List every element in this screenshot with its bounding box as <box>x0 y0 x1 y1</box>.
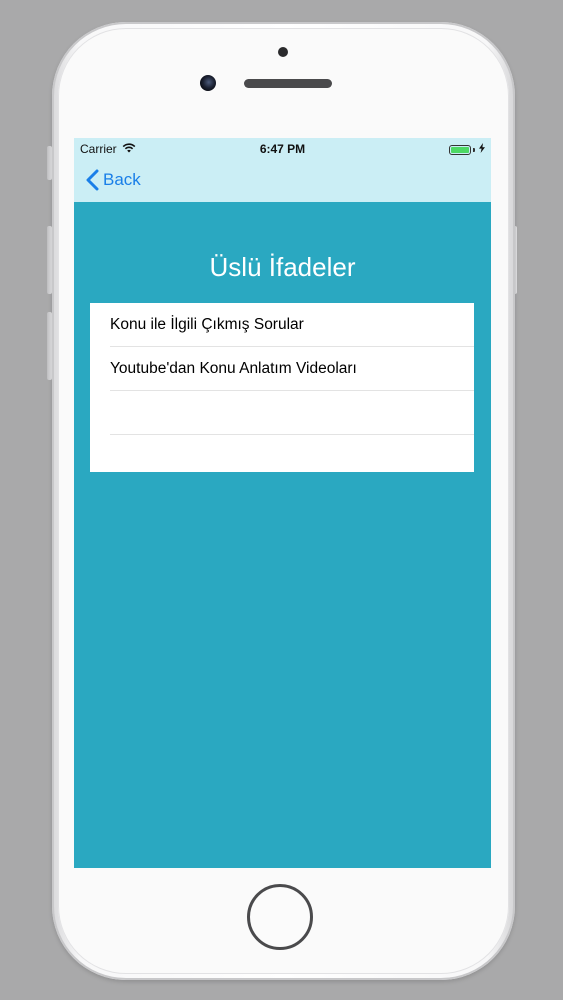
list-item-empty <box>90 435 474 479</box>
home-button[interactable] <box>247 884 313 950</box>
status-bar: Carrier 6:47 PM <box>74 138 491 160</box>
chevron-left-icon <box>86 169 99 191</box>
list-item-label: Youtube'dan Konu Anlatım Videoları <box>110 360 357 377</box>
front-camera <box>200 75 216 91</box>
proximity-sensor <box>278 47 288 57</box>
list-item-empty <box>90 391 474 435</box>
list-item-past-questions[interactable]: Konu ile İlgili Çıkmış Sorular <box>90 303 474 347</box>
back-button[interactable]: Back <box>86 169 141 191</box>
list-item-label: Konu ile İlgili Çıkmış Sorular <box>110 316 304 333</box>
battery-level-fill <box>451 146 469 153</box>
earpiece-speaker <box>244 79 332 88</box>
battery-cap <box>473 147 475 152</box>
battery-indicator <box>449 143 485 156</box>
device-frame-background: Carrier 6:47 PM Back Üslü İfadeler Konu … <box>0 0 563 1000</box>
navigation-bar: Back <box>74 160 491 202</box>
status-time: 6:47 PM <box>259 142 306 156</box>
page-title: Üslü İfadeler <box>209 252 356 282</box>
back-label: Back <box>103 170 141 189</box>
bolt-icon <box>479 143 485 156</box>
battery-icon <box>449 144 471 155</box>
menu-list: Konu ile İlgili Çıkmış Sorular Youtube'd… <box>90 303 474 472</box>
list-item-youtube-videos[interactable]: Youtube'dan Konu Anlatım Videoları <box>90 347 474 391</box>
app-screen: Carrier 6:47 PM Back Üslü İfadeler Konu … <box>74 138 491 868</box>
